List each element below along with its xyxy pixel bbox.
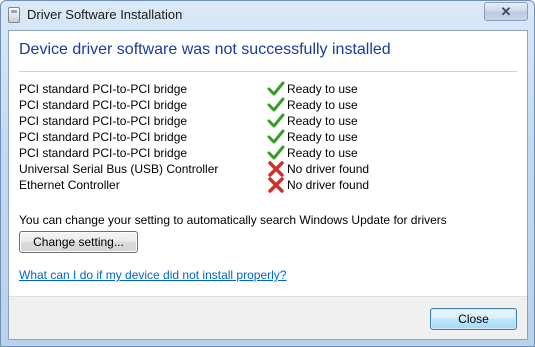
device-name: PCI standard PCI-to-PCI bridge bbox=[19, 130, 188, 144]
device-row: Universal Serial Bus (USB) Controller No… bbox=[19, 161, 509, 177]
update-setting-hint: You can change your setting to automatic… bbox=[19, 213, 447, 227]
error-x-icon bbox=[268, 161, 284, 177]
page-title: Device driver software was not successfu… bbox=[19, 41, 391, 58]
check-icon bbox=[267, 81, 285, 96]
device-status: Ready to use bbox=[287, 146, 358, 160]
installation-dialog: Driver Software Installation ✕ Device dr… bbox=[0, 0, 535, 347]
help-link[interactable]: What can I do if my device did not insta… bbox=[19, 268, 286, 282]
device-name: PCI standard PCI-to-PCI bridge bbox=[19, 98, 188, 112]
device-status: No driver found bbox=[287, 178, 370, 192]
window-title: Driver Software Installation bbox=[27, 7, 183, 22]
divider bbox=[19, 71, 517, 72]
check-icon bbox=[267, 145, 285, 160]
dialog-content: Device driver software was not successfu… bbox=[8, 30, 528, 340]
check-icon bbox=[267, 97, 285, 112]
close-window-button[interactable]: ✕ bbox=[484, 2, 528, 21]
dialog-footer: Close bbox=[9, 296, 527, 339]
device-name: PCI standard PCI-to-PCI bridge bbox=[19, 82, 188, 96]
device-name: Ethernet Controller bbox=[19, 178, 120, 192]
check-icon bbox=[267, 129, 285, 144]
error-x-icon bbox=[268, 177, 284, 193]
device-row: PCI standard PCI-to-PCI bridge Ready to … bbox=[19, 113, 509, 129]
change-setting-button[interactable]: Change setting... bbox=[19, 231, 138, 253]
title-bar[interactable]: Driver Software Installation ✕ bbox=[1, 1, 534, 29]
device-status: No driver found bbox=[287, 162, 370, 176]
device-row: PCI standard PCI-to-PCI bridge Ready to … bbox=[19, 97, 509, 113]
device-status: Ready to use bbox=[287, 114, 358, 128]
device-row: PCI standard PCI-to-PCI bridge Ready to … bbox=[19, 145, 509, 161]
device-icon bbox=[8, 7, 20, 23]
device-name: Universal Serial Bus (USB) Controller bbox=[19, 162, 219, 176]
device-name: PCI standard PCI-to-PCI bridge bbox=[19, 114, 188, 128]
device-name: PCI standard PCI-to-PCI bridge bbox=[19, 146, 188, 160]
device-row: PCI standard PCI-to-PCI bridge Ready to … bbox=[19, 81, 509, 97]
device-row: Ethernet Controller No driver found bbox=[19, 177, 509, 193]
device-status: Ready to use bbox=[287, 130, 358, 144]
device-status: Ready to use bbox=[287, 82, 358, 96]
device-list: PCI standard PCI-to-PCI bridge Ready to … bbox=[19, 81, 509, 193]
device-status: Ready to use bbox=[287, 98, 358, 112]
device-row: PCI standard PCI-to-PCI bridge Ready to … bbox=[19, 129, 509, 145]
close-button[interactable]: Close bbox=[430, 308, 517, 330]
check-icon bbox=[267, 113, 285, 128]
